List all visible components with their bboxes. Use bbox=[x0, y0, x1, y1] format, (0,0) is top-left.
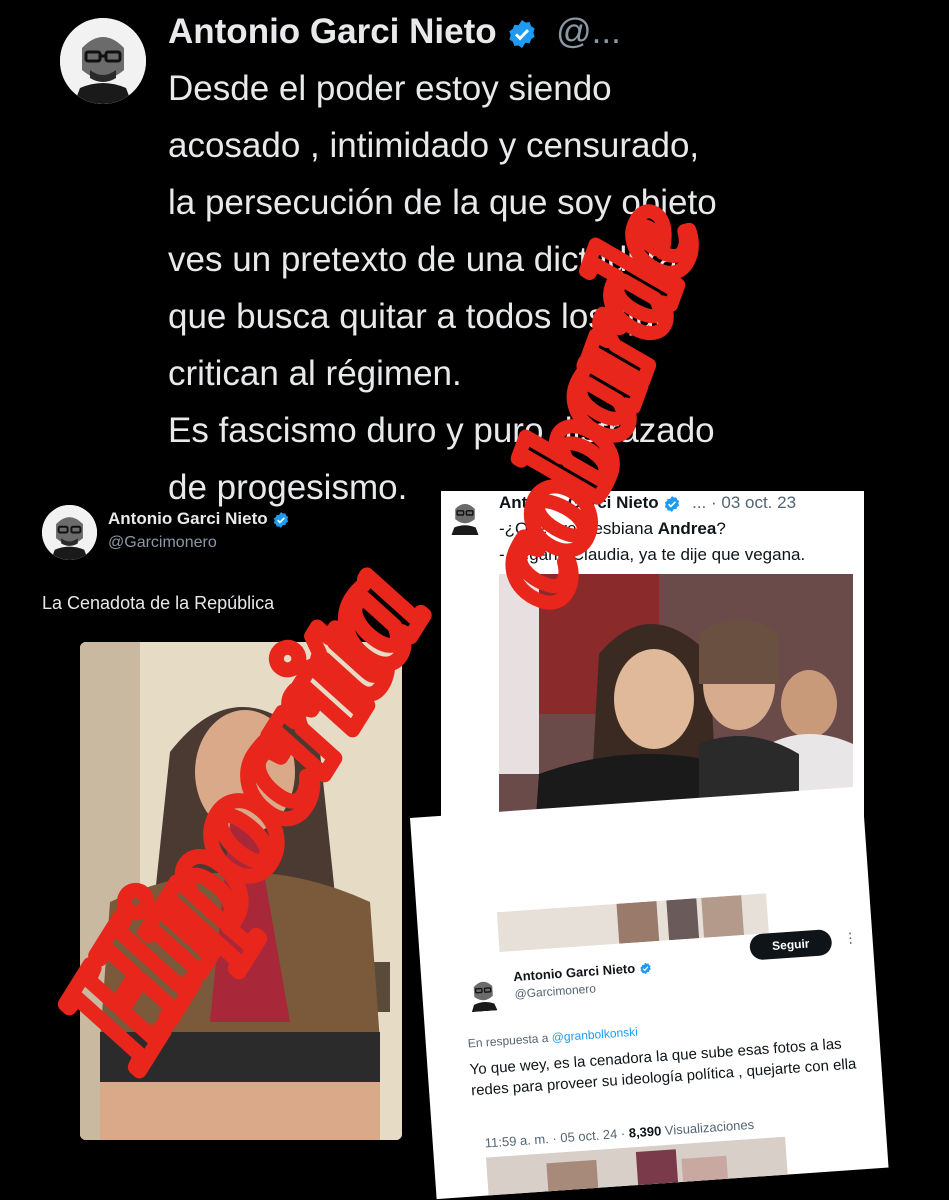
avatar-caricature-icon bbox=[60, 18, 146, 104]
tweet-meta: ... · 03 oct. 23 bbox=[692, 493, 797, 512]
main-tweet-avatar[interactable] bbox=[60, 18, 146, 104]
avatar-caricature-icon bbox=[445, 495, 485, 535]
tweet-line: la persecución de la que soy objeto bbox=[168, 183, 717, 222]
tweet-line: Es fascismo duro y puro disfrazado bbox=[168, 411, 715, 450]
author-name: Antonio Garci Nieto bbox=[512, 960, 636, 985]
card-text-line: -¿Que eres lesbiana Andrea? bbox=[499, 519, 726, 539]
text-bold-name: Andrea bbox=[657, 519, 717, 538]
author-handle[interactable]: @Garcimonero bbox=[514, 981, 596, 1001]
quoted-tweet-card-bottom[interactable]: Antonio Garci Nieto @Garcimonero Seguir … bbox=[410, 786, 889, 1200]
author-name: Antonio Garci Nieto bbox=[108, 509, 268, 528]
views-count: 8,390 bbox=[628, 1123, 662, 1141]
main-tweet-text: Desde el poder estoy siendo acosado , in… bbox=[168, 60, 868, 516]
text-suffix: ? bbox=[716, 519, 726, 538]
author-handle: @... bbox=[556, 12, 621, 51]
tweet-line: ves un pretexto de una dictadura bbox=[168, 240, 678, 279]
tweet-line: Desde el poder estoy siendo bbox=[168, 69, 612, 108]
card-author[interactable]: Antonio Garci Nieto bbox=[513, 960, 652, 985]
avatar-caricature-icon bbox=[463, 972, 504, 1013]
reply-handle-link[interactable]: @granbolkonski bbox=[551, 1025, 638, 1045]
left-tweet-photo[interactable] bbox=[80, 642, 402, 1140]
author-name: Antonio Garci Nieto bbox=[499, 493, 659, 512]
avatar-caricature-icon bbox=[42, 505, 97, 560]
card-avatar[interactable] bbox=[463, 972, 504, 1013]
follow-button[interactable]: Seguir bbox=[748, 928, 833, 961]
author-handle[interactable]: @Garcimonero bbox=[108, 534, 217, 552]
tweet-line: critican al régimen. bbox=[168, 354, 462, 393]
verified-badge-icon bbox=[665, 495, 680, 512]
reply-context: En respuesta a @granbolkonski bbox=[467, 1025, 638, 1051]
tweet-line: que busca quitar a todos los que bbox=[168, 297, 674, 336]
card-text-line: - Vegana Claudia, ya te dije que vegana. bbox=[499, 545, 806, 564]
main-tweet-author[interactable]: Antonio Garci Nieto @... bbox=[168, 12, 621, 52]
views-label: Visualizaciones bbox=[660, 1116, 755, 1139]
card-avatar[interactable] bbox=[445, 495, 485, 535]
tweet-time: 11:59 a. m. · 05 oct. 24 · bbox=[484, 1125, 630, 1151]
reply-prefix: En respuesta a bbox=[467, 1030, 553, 1051]
photo-illustration bbox=[80, 642, 402, 1140]
tweet-line: acosado , intimidado y censurado, bbox=[168, 126, 700, 165]
author-name: Antonio Garci Nieto bbox=[168, 12, 497, 51]
verified-badge-icon bbox=[509, 19, 536, 48]
left-tweet-text: La Cenadota de la República bbox=[42, 593, 275, 613]
text-prefix: -¿Que eres lesbiana bbox=[499, 519, 658, 538]
verified-badge-icon bbox=[640, 962, 651, 975]
card-author[interactable]: Antonio Garci Nieto ... · 03 oct. 23 bbox=[499, 493, 796, 513]
left-tweet-avatar[interactable] bbox=[42, 505, 97, 560]
blurred-image-strip bbox=[496, 893, 769, 953]
left-tweet-author[interactable]: Antonio Garci Nieto bbox=[108, 509, 290, 529]
more-options-icon[interactable]: ⋮ bbox=[843, 929, 858, 947]
verified-badge-icon bbox=[274, 511, 289, 528]
